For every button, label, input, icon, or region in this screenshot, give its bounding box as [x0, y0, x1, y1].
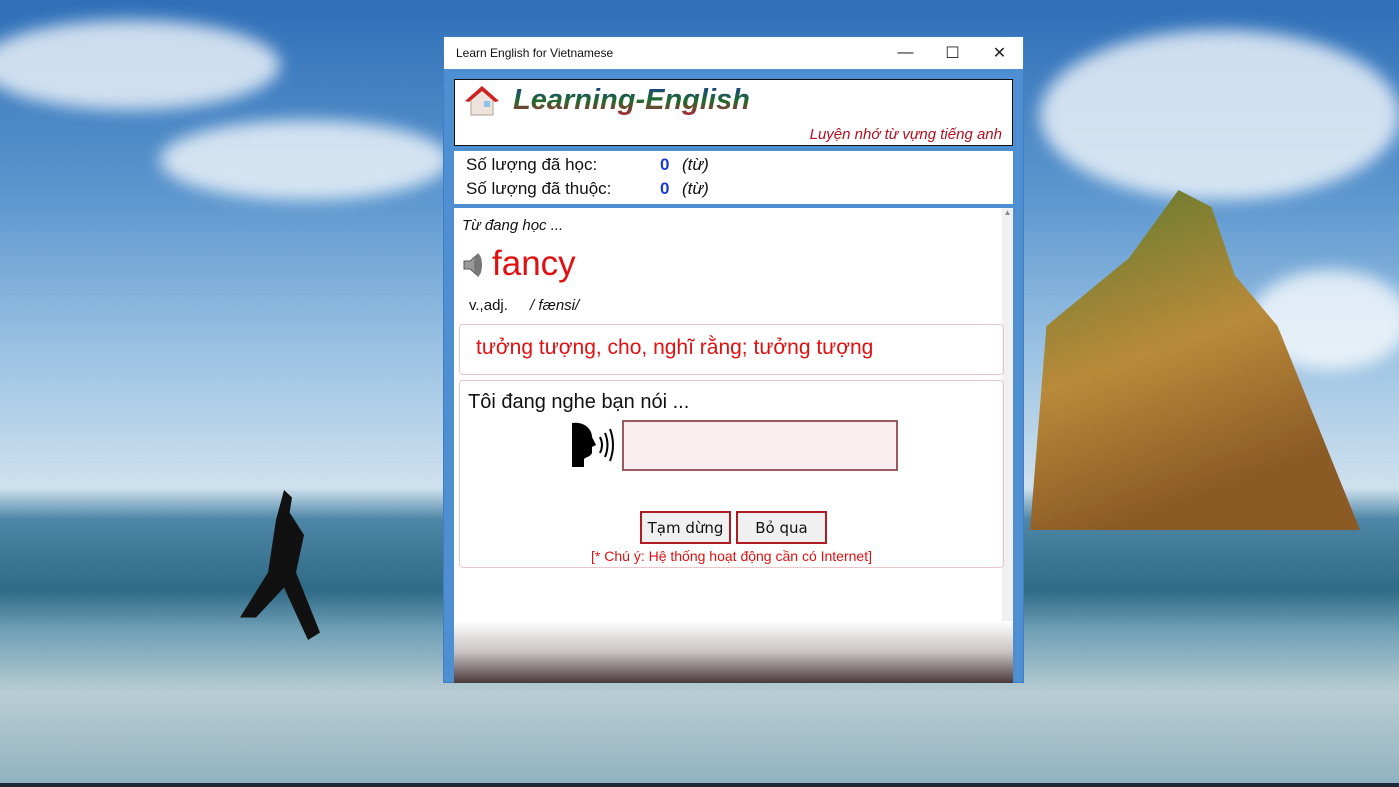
speech-heading: Tôi đang nghe bạn nói ...	[468, 391, 689, 414]
runner-silhouette	[240, 490, 320, 640]
internet-note: [* Chú ý: Hệ thống hoạt động cần có Inte…	[460, 548, 1003, 564]
minimize-button[interactable]: —	[882, 37, 929, 69]
cloud	[0, 20, 280, 110]
app-subtitle: Luyện nhớ từ vựng tiếng anh	[810, 126, 1002, 143]
study-heading: Từ đang học ...	[462, 217, 563, 234]
stats-panel: Số lượng đã học: 0 (từ) Số lượng đã thuộ…	[454, 151, 1013, 204]
speech-result-field[interactable]	[622, 420, 898, 471]
pronunciation: / fænsi/	[530, 297, 579, 314]
study-panel: ▲ Từ đang học ... fancy v.,adj. / fænsi/…	[454, 208, 1013, 683]
bottom-gradient	[454, 621, 1013, 683]
close-button[interactable]: ✕	[976, 37, 1023, 69]
stat-memorized: Số lượng đã thuộc: 0 (từ)	[466, 179, 709, 199]
speaking-head-icon	[570, 421, 618, 469]
word-meaning: tưởng tượng, cho, nghĩ rằng; tưởng tượng	[476, 336, 873, 360]
speaker-icon[interactable]	[462, 252, 484, 278]
maximize-button[interactable]: ☐	[929, 37, 976, 69]
speech-panel: Tôi đang nghe bạn nói ... Tạm dừng Bỏ qu…	[459, 380, 1004, 568]
current-word: fancy	[492, 244, 576, 284]
cloud	[1040, 30, 1399, 200]
stat-value: 0	[660, 179, 682, 199]
meaning-box: tưởng tượng, cho, nghĩ rằng; tưởng tượng	[459, 324, 1004, 375]
stat-label: Số lượng đã thuộc:	[466, 179, 660, 199]
cloud	[160, 120, 450, 200]
taskbar	[0, 783, 1399, 787]
app-window: Learn English for Vietnamese — ☐ ✕ Learn…	[443, 36, 1024, 683]
stat-value: 0	[660, 155, 682, 175]
part-of-speech: v.,adj.	[469, 297, 508, 314]
stat-learned: Số lượng đã học: 0 (từ)	[466, 155, 709, 175]
home-icon[interactable]	[465, 85, 499, 117]
pause-button[interactable]: Tạm dừng	[640, 511, 731, 544]
title-bar: Learn English for Vietnamese — ☐ ✕	[444, 37, 1023, 69]
window-title: Learn English for Vietnamese	[456, 46, 882, 60]
app-logo: Learning-English	[513, 84, 750, 117]
skip-button[interactable]: Bỏ qua	[736, 511, 827, 544]
stat-unit: (từ)	[682, 155, 709, 175]
stat-label: Số lượng đã học:	[466, 155, 660, 175]
app-header: Learning-English Luyện nhớ từ vựng tiếng…	[454, 79, 1013, 146]
stat-unit: (từ)	[682, 179, 709, 199]
